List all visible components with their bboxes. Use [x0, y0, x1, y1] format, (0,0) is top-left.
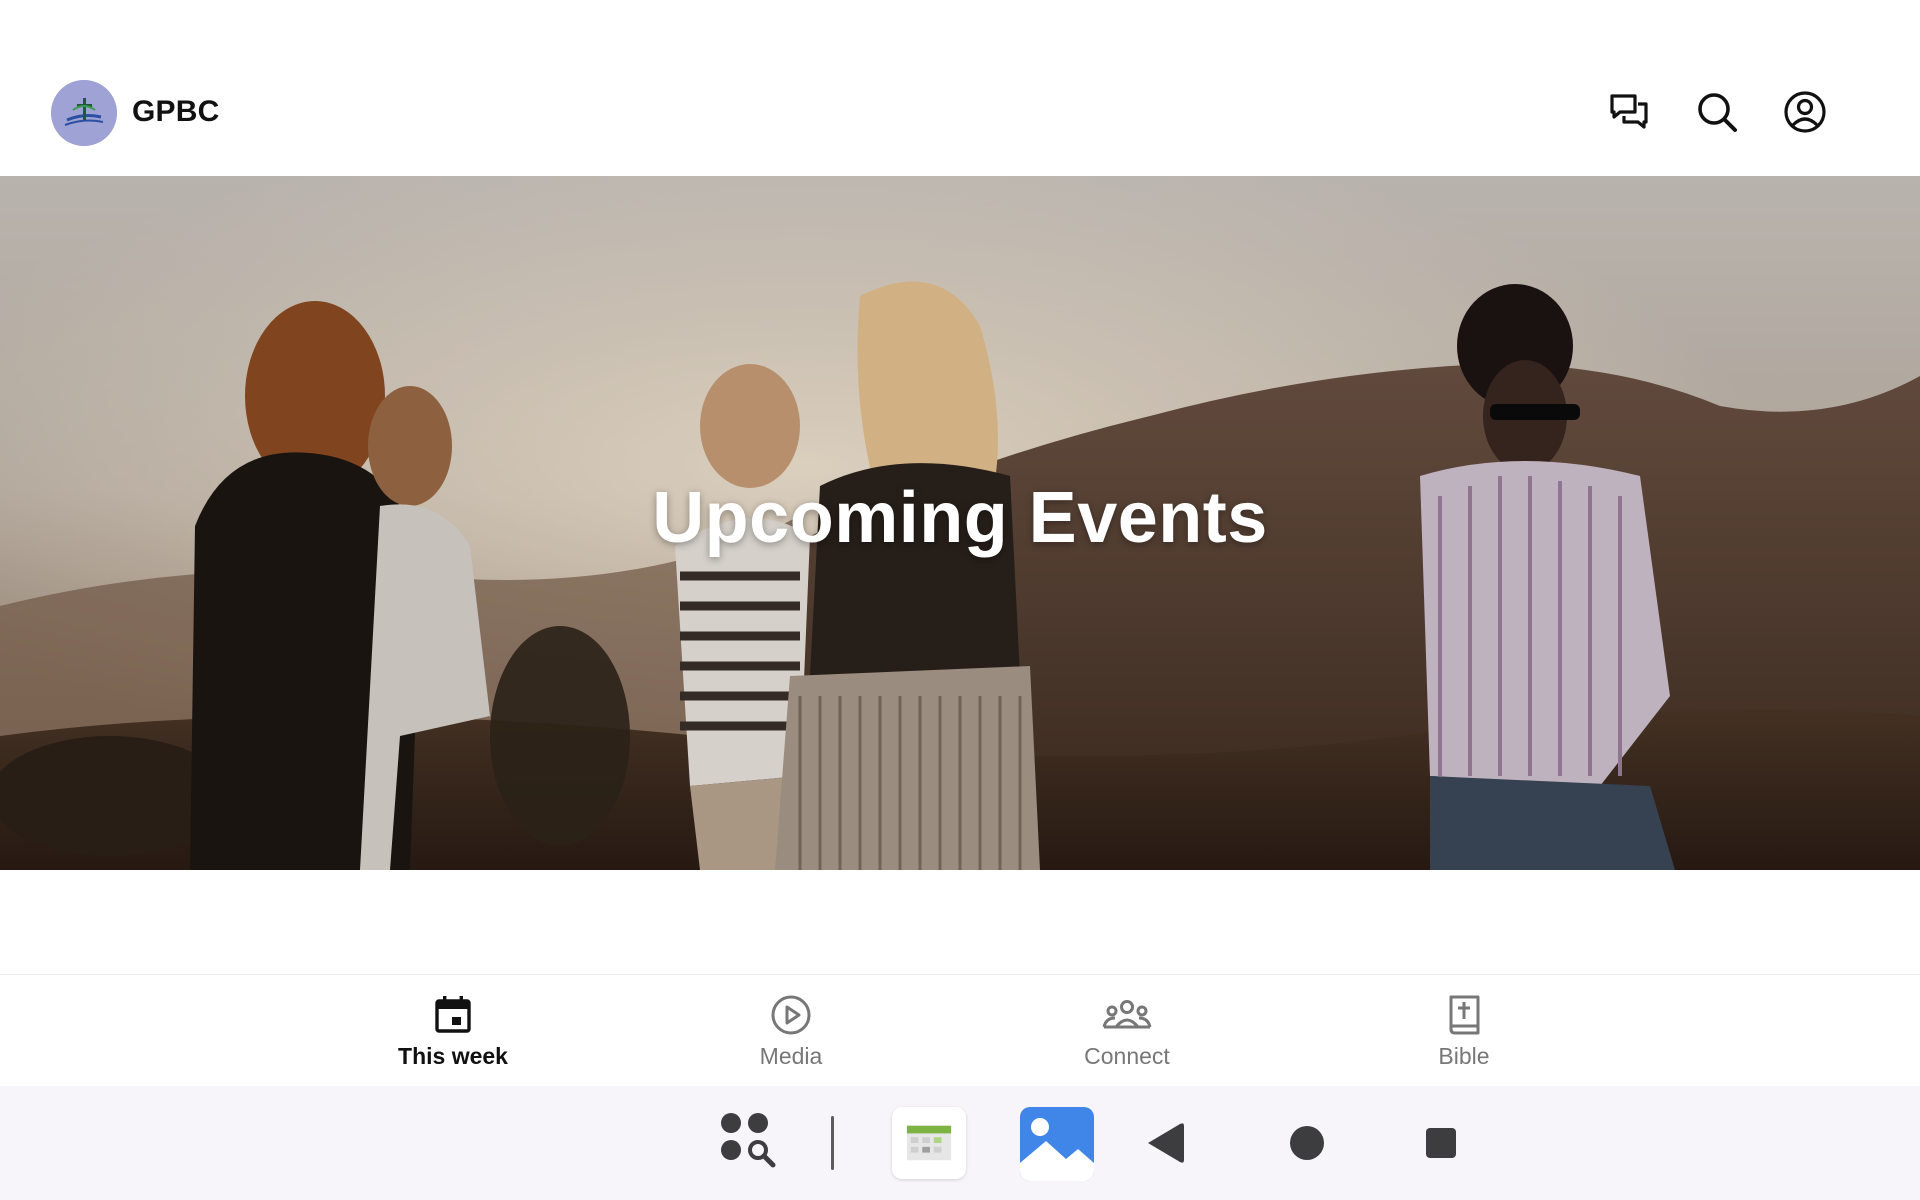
gallery-app-button[interactable] [1020, 1107, 1094, 1181]
system-bar-divider [831, 1116, 834, 1170]
bottom-navigation: This week Media Connect Bible [0, 974, 1920, 1086]
back-icon [1148, 1123, 1184, 1163]
hero-title: Upcoming Events [652, 478, 1268, 558]
nav-tab-media[interactable]: Media [681, 993, 901, 1079]
recents-button[interactable] [1414, 1116, 1468, 1170]
profile-button[interactable] [1780, 87, 1830, 137]
app-search-icon [721, 1113, 776, 1168]
nav-label-media: Media [759, 1043, 823, 1069]
nav-label-connect: Connect [1084, 1043, 1170, 1069]
gallery-app-icon [1020, 1107, 1094, 1181]
nav-tab-this-week[interactable]: This week [343, 993, 563, 1079]
home-button[interactable] [1280, 1116, 1334, 1170]
search-button[interactable] [1692, 87, 1742, 137]
app-title: GPBC [132, 95, 220, 128]
home-icon [1290, 1126, 1324, 1160]
play-circle-icon [771, 995, 811, 1035]
church-logo-icon[interactable] [51, 80, 117, 146]
chat-icon [1610, 94, 1648, 129]
nav-label-this-week: This week [398, 1043, 508, 1069]
app-search-button[interactable] [718, 1110, 780, 1172]
profile-icon [1784, 91, 1826, 133]
search-icon [1698, 93, 1737, 132]
recents-icon [1426, 1128, 1456, 1158]
calendar-app-icon [906, 1125, 952, 1161]
chat-button[interactable] [1604, 87, 1654, 137]
groups-icon [1102, 1000, 1152, 1029]
calendar-app-button[interactable] [892, 1107, 966, 1179]
app-header: GPBC [0, 0, 1920, 176]
bible-icon [1449, 995, 1480, 1035]
system-navigation-bar [0, 1086, 1920, 1200]
nav-label-bible: Bible [1438, 1043, 1490, 1069]
nav-tab-bible[interactable]: Bible [1354, 993, 1574, 1079]
nav-tab-connect[interactable]: Connect [1017, 993, 1237, 1079]
back-button[interactable] [1142, 1116, 1192, 1170]
hero-banner[interactable]: Upcoming Events [0, 176, 1920, 870]
calendar-icon [435, 996, 471, 1033]
